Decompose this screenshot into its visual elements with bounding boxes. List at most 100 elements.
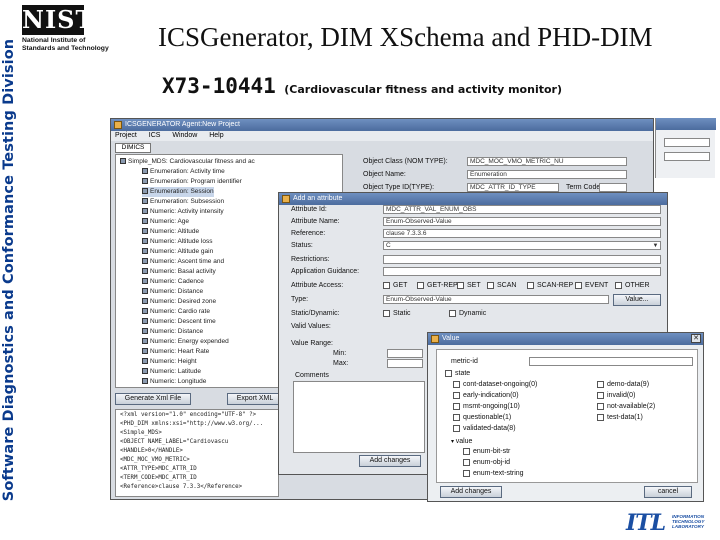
tree-item[interactable]: Numeric: Basal activity bbox=[142, 267, 216, 277]
tree-item[interactable]: Numeric: Longitude bbox=[142, 377, 206, 387]
status-dropdown-arrow-icon[interactable]: ▼ bbox=[651, 242, 660, 250]
value-option[interactable]: invalid(0) bbox=[597, 391, 635, 400]
tree-item[interactable]: Numeric: Altitude bbox=[142, 227, 199, 237]
value-button[interactable]: Value... bbox=[613, 294, 661, 306]
tree-item[interactable]: Enumeration: Subsession bbox=[142, 197, 224, 207]
tree-item[interactable]: Numeric: Distance bbox=[142, 287, 203, 297]
value-option[interactable]: test-data(1) bbox=[597, 413, 643, 422]
metric-id-field[interactable] bbox=[529, 357, 693, 366]
value-option[interactable]: questionable(1) bbox=[453, 413, 511, 422]
value-option[interactable]: validated-data(8) bbox=[453, 424, 516, 433]
value-option-checkbox[interactable] bbox=[463, 447, 470, 455]
tree-item[interactable]: Numeric: Activity intensity bbox=[142, 207, 224, 217]
value-option[interactable]: cont-dataset-ongoing(0) bbox=[453, 380, 537, 389]
max-field[interactable] bbox=[387, 359, 423, 368]
tab-dimics[interactable]: DIMICS bbox=[115, 143, 151, 153]
access-option[interactable]: GET bbox=[383, 281, 407, 290]
access-option[interactable]: EVENT bbox=[575, 281, 608, 290]
attr-id-field[interactable]: MDC_ATTR_VAL_ENUM_OBS bbox=[383, 205, 661, 214]
menu-project[interactable]: Project bbox=[115, 132, 137, 139]
value-option[interactable]: early-indication(0) bbox=[453, 391, 519, 400]
value-add-changes-button[interactable]: Add changes bbox=[440, 486, 502, 498]
dynamic-option-label: Dynamic bbox=[459, 310, 487, 317]
access-checkbox-box[interactable] bbox=[487, 281, 494, 289]
object-class-field[interactable]: MDC_MOC_VMO_METRIC_NU bbox=[467, 157, 627, 166]
tree-item[interactable]: Numeric: Ascent time and bbox=[142, 257, 224, 267]
access-option[interactable]: GET-REP bbox=[417, 281, 458, 290]
attr-add-changes-button[interactable]: Add changes bbox=[359, 455, 421, 467]
value-option-checkbox[interactable] bbox=[463, 469, 470, 477]
value-option-checkbox[interactable] bbox=[453, 380, 460, 388]
value-option-checkbox[interactable] bbox=[597, 402, 604, 410]
xml-code-pane[interactable]: <?xml version="1.0" encoding="UTF-8" ?> <… bbox=[115, 409, 279, 497]
state-node[interactable]: state bbox=[445, 369, 470, 378]
object-type-field[interactable]: MDC_ATTR_ID_TYPE bbox=[467, 183, 559, 192]
type-field[interactable]: Enum-Observed-Value bbox=[383, 295, 609, 304]
access-checkbox-box[interactable] bbox=[457, 281, 464, 289]
static-checkbox-box[interactable] bbox=[383, 309, 390, 317]
static-checkbox[interactable]: Static bbox=[383, 309, 411, 318]
value-node[interactable]: ▾ value bbox=[451, 437, 472, 447]
state-node-checkbox[interactable] bbox=[445, 369, 452, 377]
access-checkbox-box[interactable] bbox=[575, 281, 582, 289]
value-tree-panel[interactable]: metric-id state cont-dataset-ongoing(0) e… bbox=[436, 349, 698, 483]
tree-item[interactable]: Numeric: Age bbox=[142, 217, 189, 227]
value-option[interactable]: not-available(2) bbox=[597, 402, 655, 411]
access-checkbox-box[interactable] bbox=[615, 281, 622, 289]
access-option[interactable]: SCAN-REP bbox=[527, 281, 573, 290]
value-option[interactable]: enum-bit-str bbox=[463, 447, 510, 456]
tree-item[interactable]: Numeric: Heart Rate bbox=[142, 347, 209, 357]
access-checkbox-box[interactable] bbox=[383, 281, 390, 289]
attr-name-field[interactable]: Enum-Observed-Value bbox=[383, 217, 661, 226]
tree-item[interactable]: Numeric: Distance bbox=[142, 327, 203, 337]
dynamic-checkbox[interactable]: Dynamic bbox=[449, 309, 486, 318]
access-option[interactable]: SCAN bbox=[487, 281, 516, 290]
tree-item[interactable]: Numeric: Height bbox=[142, 357, 197, 367]
tree-item[interactable]: Numeric: Altitude gain bbox=[142, 247, 213, 257]
tree-item[interactable]: Numeric: Descent time bbox=[142, 317, 216, 327]
reference-field[interactable]: clause 7.3.3.6 bbox=[383, 229, 661, 238]
tree-item[interactable]: Numeric: Cadence bbox=[142, 277, 204, 287]
value-option-checkbox[interactable] bbox=[463, 458, 470, 466]
tree-item[interactable]: Enumeration: Program identifier bbox=[142, 177, 242, 187]
tree-item[interactable]: Enumeration: Session bbox=[142, 187, 214, 197]
close-icon[interactable]: ✕ bbox=[691, 334, 701, 343]
term-code-field[interactable] bbox=[599, 183, 627, 192]
value-option[interactable]: msmt-ongoing(10) bbox=[453, 402, 520, 411]
access-checkbox-box[interactable] bbox=[527, 281, 534, 289]
object-name-field[interactable]: Enumeration bbox=[467, 170, 627, 179]
menu-window[interactable]: Window bbox=[172, 132, 197, 139]
value-option[interactable]: demo-data(9) bbox=[597, 380, 649, 389]
value-option-checkbox[interactable] bbox=[453, 402, 460, 410]
access-option[interactable]: OTHER bbox=[615, 281, 650, 290]
value-option-checkbox[interactable] bbox=[597, 391, 604, 399]
value-option[interactable]: enum-obj-id bbox=[463, 458, 510, 467]
value-option-checkbox[interactable] bbox=[453, 413, 460, 421]
menu-help[interactable]: Help bbox=[209, 132, 223, 139]
restrictions-field[interactable] bbox=[383, 255, 661, 264]
dynamic-checkbox-box[interactable] bbox=[449, 309, 456, 317]
export-xml-button[interactable]: Export XML bbox=[227, 393, 283, 405]
tree-item[interactable]: Simple_MDS: Cardiovascular fitness and a… bbox=[120, 157, 255, 167]
tree-item[interactable]: Numeric: Energy expended bbox=[142, 337, 229, 347]
menu-ics[interactable]: ICS bbox=[149, 132, 161, 139]
min-field[interactable] bbox=[387, 349, 423, 358]
access-checkbox-box[interactable] bbox=[417, 281, 424, 289]
generate-xml-button[interactable]: Generate Xml File bbox=[115, 393, 191, 405]
value-option-checkbox[interactable] bbox=[597, 380, 604, 388]
tree-item[interactable]: Enumeration: Activity time bbox=[142, 167, 225, 177]
tree-item[interactable]: Numeric: Cardio rate bbox=[142, 307, 210, 317]
value-option-checkbox[interactable] bbox=[453, 391, 460, 399]
tree-item[interactable]: Numeric: Altitude loss bbox=[142, 237, 213, 247]
value-option-checkbox[interactable] bbox=[453, 424, 460, 432]
tree-item-label: Numeric: Height bbox=[150, 358, 197, 365]
value-option-checkbox[interactable] bbox=[597, 413, 604, 421]
guidance-field[interactable] bbox=[383, 267, 661, 276]
tree-item[interactable]: Numeric: Latitude bbox=[142, 367, 201, 377]
access-option[interactable]: SET bbox=[457, 281, 481, 290]
comments-textarea[interactable] bbox=[293, 381, 425, 453]
status-select[interactable]: C bbox=[383, 241, 661, 250]
value-option[interactable]: enum-text-string bbox=[463, 469, 524, 478]
tree-item[interactable]: Numeric: Desired zone bbox=[142, 297, 216, 307]
value-cancel-button[interactable]: cancel bbox=[644, 486, 692, 498]
